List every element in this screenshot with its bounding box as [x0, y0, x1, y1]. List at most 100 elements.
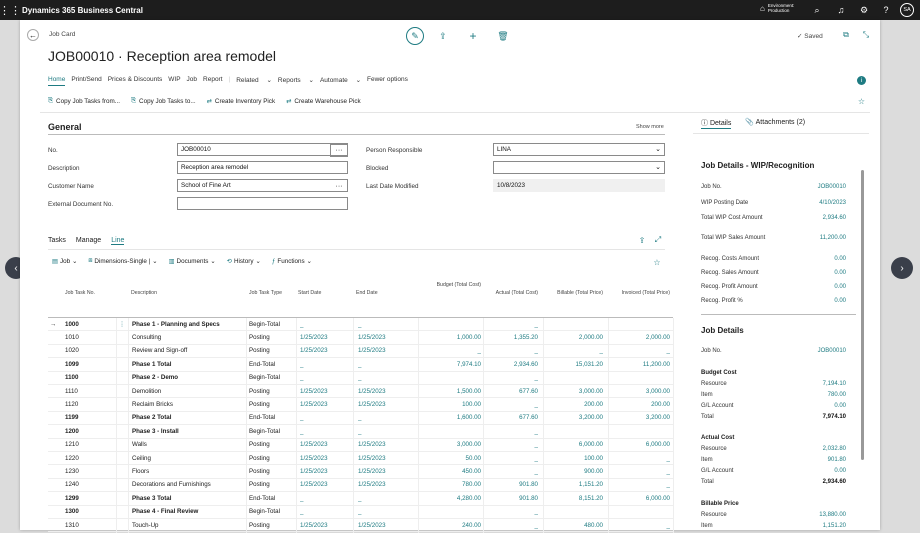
- table-cell[interactable]: Floors: [132, 468, 247, 475]
- col-header[interactable]: Billable (Total Price): [540, 290, 603, 306]
- table-row[interactable]: 1099 Phase 1 Total End-Total _ _ 7,974.10 2,93…: [48, 358, 673, 372]
- table-row[interactable]: → ⋮ 1000 Phase 1 - Planning and Specs Begin-…: [48, 318, 673, 332]
- table-cell[interactable]: 1230: [65, 468, 105, 475]
- table-cell[interactable]: 1110: [65, 388, 105, 395]
- table-cell[interactable]: Phase 2 - Demo: [132, 374, 247, 381]
- jd-job-no-value[interactable]: JOB00010: [818, 348, 846, 354]
- table-cell[interactable]: Phase 4 - Final Review: [132, 508, 247, 515]
- table-cell[interactable]: Touch-Up: [132, 522, 247, 529]
- factbox-value[interactable]: 13,880.00: [819, 512, 846, 518]
- factbox-value[interactable]: 4/10/2023: [819, 200, 846, 206]
- action-reports[interactable]: Reports ⌄: [278, 76, 314, 86]
- expand-icon[interactable]: ⤢: [653, 235, 663, 245]
- external-doc-field[interactable]: [177, 197, 348, 210]
- table-row[interactable]: 1220 Ceiling Posting 1/25/2023 1/25/2023 50.0…: [48, 452, 673, 466]
- table-cell[interactable]: 1220: [65, 455, 105, 462]
- section-general-title[interactable]: General: [48, 122, 82, 132]
- table-cell[interactable]: Consulting: [132, 334, 247, 341]
- table-cell[interactable]: 1299: [65, 495, 105, 502]
- person-responsible-field[interactable]: LINA ⌄: [493, 143, 665, 156]
- delete-icon[interactable]: 🗑: [497, 29, 509, 43]
- table-cell[interactable]: 1100: [65, 374, 105, 381]
- copy-tasks-from-button[interactable]: ⎘ Copy Job Tasks from...: [48, 97, 120, 105]
- table-cell[interactable]: 1010: [65, 334, 105, 341]
- pin-icon[interactable]: ☆: [652, 257, 662, 267]
- col-header[interactable]: Job Task Type: [249, 290, 282, 306]
- factbox-value[interactable]: 0.00: [834, 256, 846, 262]
- factbox-value[interactable]: 780.00: [828, 392, 846, 398]
- table-row[interactable]: 1310 Touch-Up Posting 1/25/2023 1/25/2023 240…: [48, 519, 673, 533]
- factbox-scrollbar[interactable]: [861, 170, 864, 460]
- share-icon[interactable]: ⇪: [437, 29, 449, 43]
- collapse-icon[interactable]: ⤡: [860, 29, 872, 41]
- col-header[interactable]: Budget (Total Cost): [421, 282, 481, 298]
- col-header[interactable]: Invoiced (Total Price): [608, 290, 670, 306]
- table-cell[interactable]: Reclaim Bricks: [132, 401, 247, 408]
- create-inventory-pick-button[interactable]: ⇄ Create Inventory Pick: [207, 97, 275, 105]
- lines-job-menu[interactable]: ▤ Job ⌄: [52, 257, 77, 265]
- tab-line[interactable]: Line: [111, 237, 125, 245]
- tab-details[interactable]: ⓘ Details: [701, 118, 732, 129]
- new-icon[interactable]: +: [467, 29, 479, 43]
- gear-icon[interactable]: ⚙: [857, 3, 871, 17]
- tab-manage[interactable]: Manage: [76, 237, 101, 245]
- table-row[interactable]: 1210 Walls Posting 1/25/2023 1/25/2023 3,000.…: [48, 439, 673, 452]
- show-more-link[interactable]: Show more: [636, 124, 664, 130]
- factbox-value[interactable]: 901.80: [828, 457, 846, 463]
- table-row[interactable]: 1240 Decorations and Furnishings Posting 1/…: [48, 479, 673, 493]
- row-menu-icon[interactable]: ⋮: [116, 321, 128, 328]
- help-icon[interactable]: ?: [879, 3, 893, 17]
- table-row[interactable]: 1300 Phase 4 - Final Review Begin-Total _ _ _: [48, 506, 673, 519]
- factbox-value[interactable]: 0.00: [834, 270, 846, 276]
- factbox-value[interactable]: 0.00: [834, 284, 846, 290]
- action-report[interactable]: Report: [203, 76, 223, 86]
- factbox-value[interactable]: 1,151.20: [823, 523, 846, 529]
- edit-button[interactable]: ✎: [406, 27, 424, 45]
- table-row[interactable]: 1120 Reclaim Bricks Posting 1/25/2023 1/25/2…: [48, 398, 673, 412]
- table-cell[interactable]: Phase 3 Total: [132, 495, 247, 502]
- table-cell[interactable]: 1240: [65, 481, 105, 488]
- table-cell[interactable]: 1210: [65, 441, 105, 448]
- description-field[interactable]: Reception area remodel: [177, 161, 348, 174]
- table-cell[interactable]: 1120: [65, 401, 105, 408]
- lines-documents-menu[interactable]: ▥ Documents ⌄: [169, 257, 216, 265]
- factbox-value[interactable]: 0.00: [834, 298, 846, 304]
- action-wip[interactable]: WIP: [168, 76, 180, 86]
- info-icon[interactable]: i: [857, 76, 866, 85]
- action-automate[interactable]: Automate ⌄: [320, 76, 361, 86]
- table-cell[interactable]: 1099: [65, 361, 105, 368]
- bell-icon[interactable]: ♫: [834, 3, 848, 17]
- copy-tasks-to-button[interactable]: ⎘ Copy Job Tasks to...: [131, 97, 196, 105]
- factbox-value[interactable]: 7,194.10: [823, 381, 846, 387]
- tab-attachments[interactable]: 📎 Attachments (2): [745, 118, 805, 129]
- table-row[interactable]: 1299 Phase 3 Total End-Total _ _ 4,280.00 901.…: [48, 492, 673, 506]
- share-icon[interactable]: ⇪: [637, 235, 647, 245]
- table-row[interactable]: 1110 Demolition Posting 1/25/2023 1/25/2023 1…: [48, 385, 673, 399]
- factbox-value[interactable]: 2,934.60: [823, 479, 846, 485]
- action-job[interactable]: Job: [187, 76, 197, 86]
- factbox-value[interactable]: 11,200.00: [820, 235, 846, 241]
- lines-dimensions-single[interactable]: ⧈ Dimensions-Single | ⌄: [88, 257, 157, 265]
- table-cell[interactable]: 1020: [65, 347, 105, 354]
- table-cell[interactable]: Ceiling: [132, 455, 247, 462]
- col-header[interactable]: Actual (Total Cost): [480, 290, 538, 306]
- customer-name-field[interactable]: School of Fine Art ···: [177, 179, 348, 192]
- factbox-value[interactable]: 2,934.60: [823, 215, 846, 221]
- table-cell[interactable]: Walls: [132, 441, 247, 448]
- table-cell[interactable]: Decorations and Furnishings: [132, 481, 247, 488]
- create-warehouse-pick-button[interactable]: ⇄ Create Warehouse Pick: [286, 97, 361, 105]
- search-icon[interactable]: ⌕: [810, 3, 824, 17]
- table-row[interactable]: 1020 Review and Sign-off Posting 1/25/2023 1…: [48, 345, 673, 359]
- table-cell[interactable]: 1200: [65, 428, 105, 435]
- table-cell[interactable]: Phase 1 - Planning and Specs: [132, 321, 247, 328]
- pin-actions-icon[interactable]: ☆: [857, 97, 866, 106]
- table-row[interactable]: 1200 Phase 3 - Install Begin-Total _ _ _: [48, 425, 673, 439]
- lines-functions-menu[interactable]: ƒ Functions ⌄: [272, 257, 312, 265]
- next-record-button[interactable]: ›: [891, 257, 913, 279]
- table-cell[interactable]: Demolition: [132, 388, 247, 395]
- factbox-value[interactable]: 2,032.80: [823, 446, 846, 452]
- table-row[interactable]: 1199 Phase 2 Total End-Total _ _ 1,600.00 677.…: [48, 412, 673, 426]
- table-row[interactable]: 1010 Consulting Posting 1/25/2023 1/25/2023 1…: [48, 331, 673, 345]
- action-related[interactable]: Related ⌄: [236, 76, 272, 86]
- lookup-button[interactable]: ···: [330, 180, 348, 193]
